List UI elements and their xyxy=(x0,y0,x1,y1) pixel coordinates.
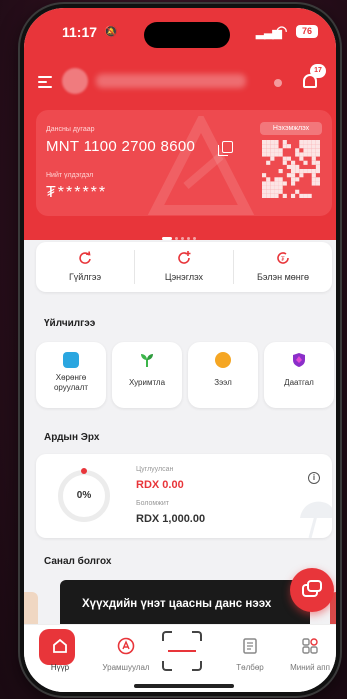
silent-bell-icon: 🔕 xyxy=(104,26,118,38)
nav-label: Миний апп xyxy=(290,663,330,672)
loan-icon xyxy=(215,352,231,368)
bottom-nav: Нүүр Урамшуулал Төлбөр Миний апп xyxy=(24,624,336,692)
offer-banner[interactable]: Хүүхдийн үнэт цаасны данс нээх xyxy=(60,580,310,624)
service-label: Зээл xyxy=(214,378,232,387)
logo-watermark-icon xyxy=(147,116,255,215)
menu-icon[interactable] xyxy=(38,76,52,88)
top-header: 17 xyxy=(24,62,336,102)
progress-percent: 0% xyxy=(76,490,92,501)
status-bar: 11:17 🔕 ▂▃▅ ◠ 76 xyxy=(24,22,336,48)
service-investment[interactable]: Хөрөнгө оруулалт xyxy=(36,342,106,408)
chat-button[interactable] xyxy=(290,568,334,612)
investment-icon xyxy=(63,352,79,368)
status-time: 11:17 xyxy=(62,24,98,40)
action-topup[interactable]: Цэнэглэх xyxy=(135,242,233,292)
nav-rewards[interactable]: Урамшуулал xyxy=(96,633,156,683)
rights-card[interactable]: 0% Цуглуулсан RDX 0.00 Боломжит RDX 1,00… xyxy=(36,454,332,538)
service-savings[interactable]: Хуримтла xyxy=(112,342,182,408)
notification-badge: 17 xyxy=(310,64,326,78)
nav-label: Төлбөр xyxy=(236,663,264,672)
balance-masked[interactable]: ₮****** xyxy=(46,184,107,202)
services-title: Үйлчилгээ xyxy=(44,318,96,329)
service-label: Хуримтла xyxy=(128,378,166,387)
possible-value: RDX 1,000.00 xyxy=(136,513,206,525)
svg-text:₮: ₮ xyxy=(281,257,285,263)
action-label: Бэлэн мөнгө xyxy=(256,272,310,282)
offers-title: Санал болгох xyxy=(44,556,112,567)
qr-code-icon[interactable] xyxy=(262,140,320,198)
service-label: Хөрөнгө оруулалт xyxy=(53,373,89,392)
info-icon[interactable]: i xyxy=(308,472,320,484)
account-number: MNT 1100 2700 8600 xyxy=(46,138,196,155)
transfer-icon xyxy=(79,251,91,264)
avatar[interactable] xyxy=(62,68,88,94)
collected-value: RDX 0.00 xyxy=(136,479,184,491)
nav-label: Урамшуулал xyxy=(102,663,150,672)
rewards-icon xyxy=(117,637,135,655)
copy-icon[interactable] xyxy=(218,141,233,156)
possible-label: Боломжит xyxy=(136,500,170,507)
progress-dot xyxy=(81,468,87,474)
action-cash[interactable]: ₮ Бэлэн мөнгө xyxy=(234,242,332,292)
topup-icon xyxy=(178,251,191,264)
nav-label: Нүүр xyxy=(50,663,70,672)
action-label: Гүйлгээ xyxy=(68,272,102,282)
battery-icon: 76 xyxy=(296,25,318,38)
balance-label: Нийт үлдэгдэл xyxy=(46,172,94,179)
scan-icon xyxy=(168,650,196,652)
cash-icon: ₮ xyxy=(277,252,289,264)
service-label: Даатгал xyxy=(284,378,314,387)
account-card[interactable]: Дансны дугаар MNT 1100 2700 8600 Нийт үл… xyxy=(36,110,332,216)
service-insurance[interactable]: Даатгал xyxy=(264,342,334,408)
savings-icon xyxy=(141,354,153,367)
insurance-icon xyxy=(293,353,305,367)
invoice-label[interactable]: Нэхэмжлэх xyxy=(260,122,322,135)
action-transfer[interactable]: Гүйлгээ xyxy=(36,242,134,292)
nav-my-apps[interactable]: Миний апп xyxy=(280,633,336,683)
quick-actions: Гүйлгээ Цэнэглэх ₮ Бэлэн мөнгө xyxy=(36,242,332,292)
rights-title: Ардын Эрх xyxy=(44,432,100,443)
notification-button[interactable]: 17 xyxy=(300,64,326,92)
nav-payment[interactable]: Төлбөр xyxy=(220,633,280,683)
home-indicator xyxy=(134,684,234,688)
collected-label: Цуглуулсан xyxy=(136,466,174,473)
payment-icon xyxy=(243,638,257,654)
umbrella-icon xyxy=(300,501,332,538)
apps-icon xyxy=(302,638,318,654)
username-blurred xyxy=(96,74,246,88)
wifi-icon: ◠ xyxy=(276,23,288,38)
card-pager xyxy=(162,230,199,241)
account-number-label: Дансны дугаар xyxy=(46,126,95,133)
nav-home[interactable]: Нүүр xyxy=(30,629,90,683)
home-icon xyxy=(53,638,67,653)
service-loan[interactable]: Зээл xyxy=(188,342,258,408)
dynamic-island xyxy=(144,22,230,48)
scan-button[interactable] xyxy=(162,631,202,671)
action-label: Цэнэглэх xyxy=(164,272,204,282)
phone-frame: 11:17 🔕 ▂▃▅ ◠ 76 17 Дансны дугаар MNT 11… xyxy=(20,4,340,696)
status-dot-icon xyxy=(274,79,282,87)
app-screen: 11:17 🔕 ▂▃▅ ◠ 76 17 Дансны дугаар MNT 11… xyxy=(24,8,336,692)
